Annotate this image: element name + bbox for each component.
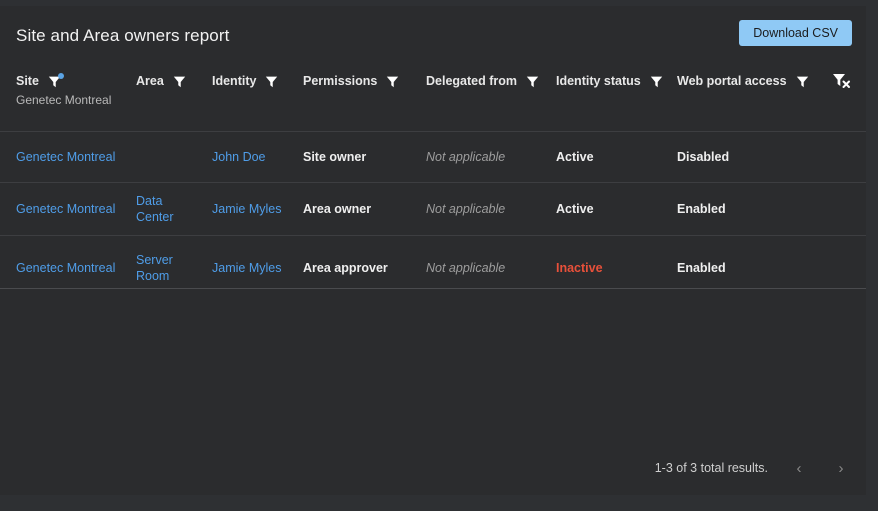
filter-clear-icon[interactable]	[832, 72, 852, 90]
table-header-row: Site Genetec Montreal Area Identity	[0, 63, 866, 131]
column-header-identity-status-label: Identity status	[556, 74, 641, 88]
cell-permissions: Site owner	[303, 149, 366, 165]
column-header-web-portal-access[interactable]: Web portal access	[677, 74, 809, 88]
cell-identity[interactable]: Jamie Myles	[212, 260, 281, 276]
cell-delegated-from: Not applicable	[426, 260, 505, 276]
cell-permissions: Area approver	[303, 260, 388, 276]
column-header-identity-status[interactable]: Identity status	[556, 74, 663, 88]
column-header-identity[interactable]: Identity	[212, 74, 278, 88]
column-header-web-portal-access-label: Web portal access	[677, 74, 787, 88]
cell-site[interactable]: Genetec Montreal	[16, 149, 115, 165]
filter-active-indicator	[58, 73, 64, 79]
cell-area[interactable]: Server Room	[136, 252, 196, 284]
pagination-bar: 1-3 of 3 total results. ‹ ›	[0, 453, 866, 483]
chevron-right-icon[interactable]: ›	[830, 457, 852, 479]
filter-icon[interactable]	[48, 75, 61, 88]
column-header-identity-label: Identity	[212, 74, 256, 88]
column-header-area[interactable]: Area	[136, 74, 186, 88]
report-card: Site and Area owners report Download CSV…	[0, 6, 866, 495]
filter-icon[interactable]	[526, 75, 539, 88]
cell-site[interactable]: Genetec Montreal	[16, 201, 115, 217]
column-header-site-label: Site	[16, 74, 39, 88]
cell-identity[interactable]: John Doe	[212, 149, 266, 165]
cell-area[interactable]: Data Center	[136, 193, 196, 225]
column-header-area-label: Area	[136, 74, 164, 88]
report-header: Site and Area owners report Download CSV	[0, 6, 866, 63]
table-row[interactable]: Genetec Montreal Data Center Jamie Myles…	[0, 182, 866, 235]
filter-icon[interactable]	[265, 75, 278, 88]
filter-icon[interactable]	[386, 75, 399, 88]
status-badge: Active	[556, 201, 594, 217]
owners-table: Site Genetec Montreal Area Identity	[0, 63, 866, 289]
column-header-site[interactable]: Site	[16, 74, 61, 88]
table-row[interactable]: Genetec Montreal Server Room Jamie Myles…	[0, 235, 866, 288]
filter-icon[interactable]	[796, 75, 809, 88]
cell-delegated-from: Not applicable	[426, 201, 505, 217]
column-header-permissions[interactable]: Permissions	[303, 74, 399, 88]
cell-web-portal-access: Enabled	[677, 260, 726, 276]
cell-site[interactable]: Genetec Montreal	[16, 260, 115, 276]
page-title: Site and Area owners report	[16, 26, 229, 46]
column-header-permissions-label: Permissions	[303, 74, 377, 88]
column-header-delegated-from[interactable]: Delegated from	[426, 74, 539, 88]
cell-permissions: Area owner	[303, 201, 371, 217]
status-badge: Inactive	[556, 260, 603, 276]
status-badge: Active	[556, 149, 594, 165]
cell-identity[interactable]: Jamie Myles	[212, 201, 281, 217]
column-header-delegated-from-label: Delegated from	[426, 74, 517, 88]
column-filter-value-site: Genetec Montreal	[16, 93, 111, 107]
filter-icon[interactable]	[173, 75, 186, 88]
filter-icon[interactable]	[650, 75, 663, 88]
cell-delegated-from: Not applicable	[426, 149, 505, 165]
results-count: 1-3 of 3 total results.	[655, 461, 768, 475]
table-bottom-divider	[0, 288, 866, 289]
cell-web-portal-access: Enabled	[677, 201, 726, 217]
download-csv-button[interactable]: Download CSV	[739, 20, 852, 46]
cell-web-portal-access: Disabled	[677, 149, 729, 165]
chevron-left-icon[interactable]: ‹	[788, 457, 810, 479]
table-row[interactable]: Genetec Montreal John Doe Site owner Not…	[0, 131, 866, 182]
